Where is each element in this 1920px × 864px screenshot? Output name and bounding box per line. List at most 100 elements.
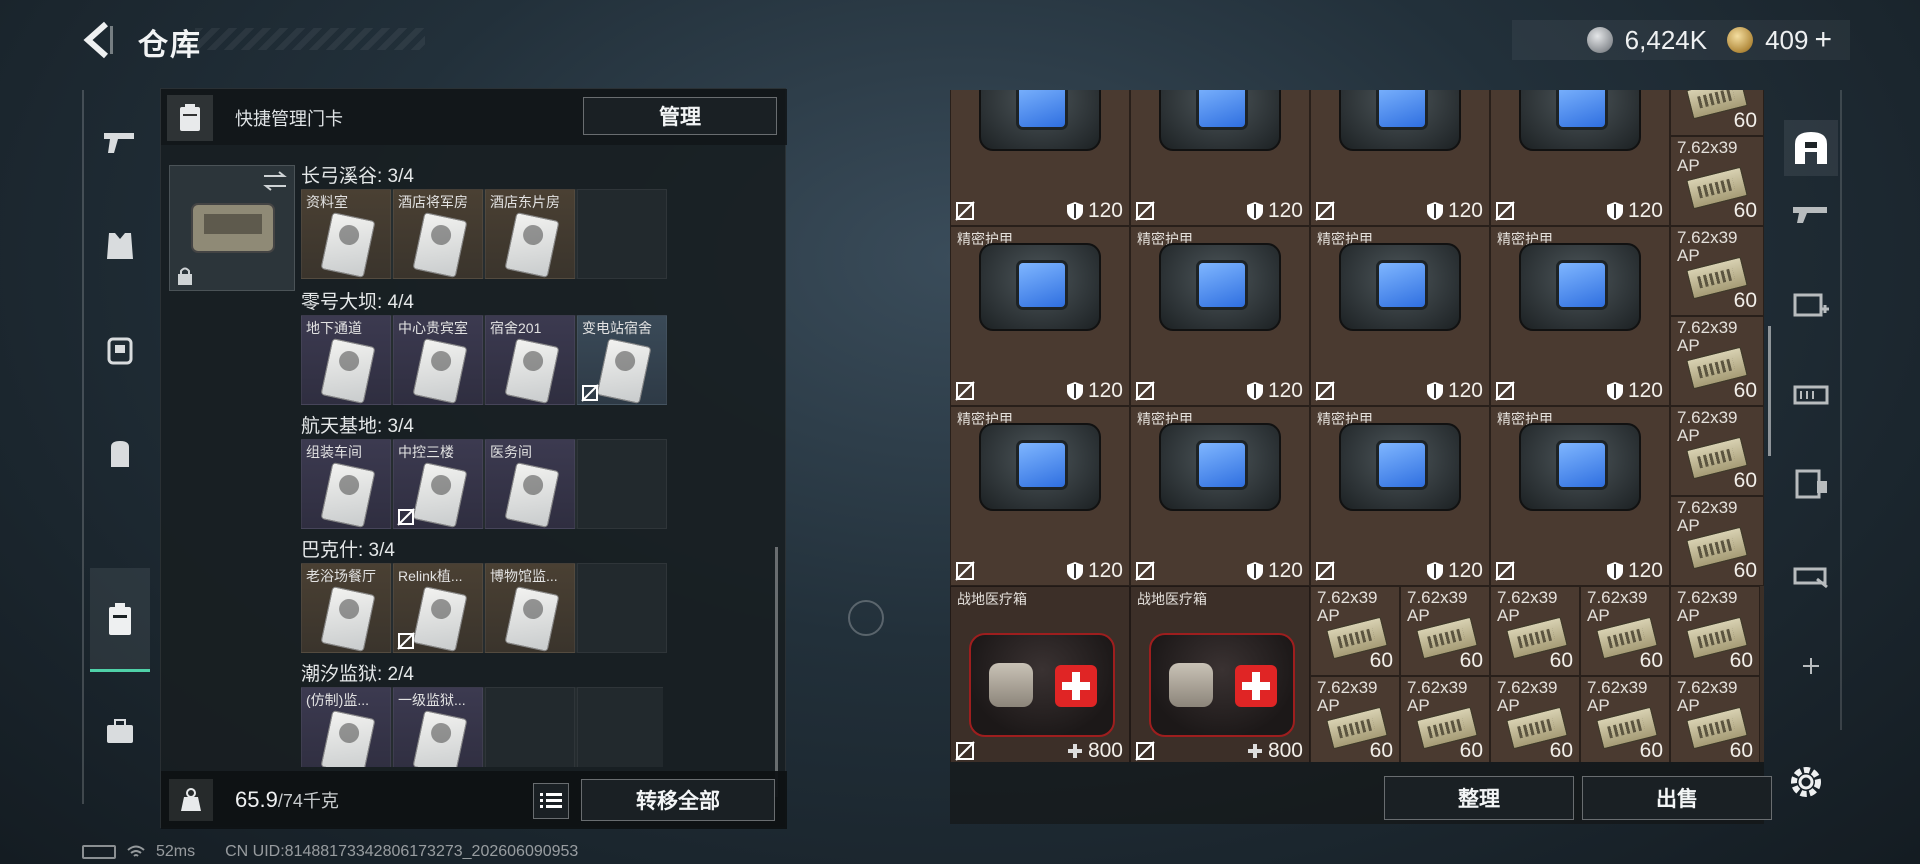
keycard-slot[interactable]: 博物馆监... [485, 563, 575, 653]
no-sell-icon [1315, 201, 1335, 221]
armor-image [1327, 90, 1477, 151]
stash-tab-ammo[interactable] [1784, 366, 1838, 422]
card-label: 老浴场餐厅 [306, 568, 376, 584]
armor-shield-icon [1606, 202, 1623, 220]
panel-header: 快捷管理门卡 管理 [161, 89, 787, 145]
stash-tab-gear[interactable] [1784, 456, 1838, 512]
armor-item[interactable]: 120 [1490, 90, 1670, 226]
ammo-item[interactable]: 7.62x39 AP60 [1310, 676, 1400, 762]
nav-briefcase[interactable] [90, 680, 150, 784]
ammo-item[interactable]: 7.62x39 AP60 [1580, 586, 1670, 676]
keycard-panel: 快捷管理门卡 管理 长弓溪谷: 3/4 资料室 酒店将军房 酒店东片房 零号大坝… [160, 88, 787, 829]
keycard-slot[interactable]: (仿制)监... [301, 687, 391, 767]
keycard-slot[interactable]: 老浴场餐厅 [301, 563, 391, 653]
ammo-item[interactable]: 7.62x39 AP60 [1670, 226, 1764, 316]
add-icon [1803, 658, 1819, 674]
keycard-slot[interactable]: 资料室 [301, 189, 391, 279]
card-panel-scrollbar[interactable] [775, 547, 778, 797]
list-view-button[interactable] [533, 783, 569, 819]
keycard-slot[interactable]: 地下通道 [301, 315, 391, 405]
currency-bar: 6,424K 409 + [1512, 20, 1850, 60]
armor-item[interactable]: 120 [1130, 90, 1310, 226]
ammo-count: 60 [1733, 379, 1757, 402]
manage-button[interactable]: 管理 [583, 97, 777, 135]
armor-item[interactable]: 精密护甲 120 [1130, 406, 1310, 586]
armor-durability: 120 [1066, 559, 1123, 583]
ammo-item[interactable]: 7.62x39 AP60 [1670, 676, 1760, 762]
stash-tab-medical[interactable] [1784, 276, 1838, 332]
keycard-slot[interactable]: Relink植... [393, 563, 483, 653]
ammo-count: 60 [1549, 739, 1573, 762]
armor-item[interactable]: 精密护甲 120 [1490, 406, 1670, 586]
keycard-holder-item[interactable] [169, 165, 295, 291]
empty-card-slot[interactable] [577, 189, 667, 279]
empty-card-slot[interactable] [485, 687, 575, 767]
card-label: 地下通道 [306, 320, 362, 336]
armor-item[interactable]: 精密护甲 120 [950, 226, 1130, 406]
nav-keycards[interactable] [90, 568, 150, 672]
keycard-slot[interactable]: 中心贵宾室 [393, 315, 483, 405]
card-label: 酒店东片房 [490, 194, 560, 210]
keycard-slot[interactable]: 酒店东片房 [485, 189, 575, 279]
stash-panel: 120 120 120 120 精密护甲 120 精密护甲 120 精密护甲 120 精密护甲 120… [950, 90, 1771, 824]
keycard-slot[interactable]: 中控三楼 [393, 439, 483, 529]
back-button[interactable] [78, 18, 122, 62]
armor-durability: 120 [1426, 559, 1483, 583]
stash-tab-misc[interactable] [1784, 546, 1838, 602]
settings-button[interactable] [1784, 760, 1828, 804]
nav-weapons[interactable] [90, 90, 150, 194]
armor-item[interactable]: 精密护甲 120 [1310, 226, 1490, 406]
ammo-item[interactable]: 7.62x39 AP60 [1490, 586, 1580, 676]
armor-durability: 120 [1246, 379, 1303, 403]
armor-item[interactable]: 120 [950, 90, 1130, 226]
ammo-count: 60 [1459, 649, 1483, 672]
armor-item[interactable]: 120 [1310, 90, 1490, 226]
ammo-item[interactable]: 7.62x39 AP60 [1670, 316, 1764, 406]
ammo-item[interactable]: 7.62x39 AP60 [1400, 676, 1490, 762]
empty-card-slot[interactable] [577, 563, 667, 653]
ammo-item[interactable]: 7.62x39 AP60 [1670, 136, 1764, 226]
nav-bag[interactable] [90, 402, 150, 506]
armor-item[interactable]: 精密护甲 120 [1310, 406, 1490, 586]
ammo-item[interactable]: 7.62x39 AP60 [1580, 676, 1670, 762]
armor-item[interactable]: 精密护甲 120 [1130, 226, 1310, 406]
add-stash-tab-button[interactable] [1784, 638, 1838, 694]
ammo-item[interactable]: 7.62x39 AP60 [1670, 90, 1764, 136]
empty-card-slot[interactable] [577, 439, 667, 529]
armor-item[interactable]: 精密护甲 120 [950, 406, 1130, 586]
ammo-item[interactable]: 7.62x39 AP60 [1490, 676, 1580, 762]
keycard-slot[interactable]: 宿舍201 [485, 315, 575, 405]
armor-image [967, 243, 1117, 331]
transfer-all-button[interactable]: 转移全部 [581, 779, 775, 821]
stash-tab-all[interactable] [1784, 120, 1838, 176]
keycard-slot[interactable]: 变电站宿舍 [577, 315, 667, 405]
item-name: 7.62x39 AP [1317, 678, 1378, 715]
medkit-item[interactable]: 战地医疗箱 800 [1130, 586, 1310, 762]
empty-card-slot[interactable] [577, 687, 663, 767]
stash-tab-weapons[interactable] [1784, 186, 1838, 242]
armor-item[interactable]: 精密护甲 120 [1490, 226, 1670, 406]
item-name: 7.62x39 AP [1677, 498, 1738, 535]
keycard-slot[interactable]: 一级监狱... [393, 687, 483, 767]
ammo-item[interactable]: 7.62x39 AP60 [1670, 586, 1760, 676]
armor-image [967, 423, 1117, 511]
ammo-item[interactable]: 7.62x39 AP60 [1670, 496, 1764, 586]
keycard-slot[interactable]: 医务间 [485, 439, 575, 529]
nav-armor[interactable] [90, 194, 150, 298]
keycard-slot[interactable]: 组装车间 [301, 439, 391, 529]
ammo-item[interactable]: 7.62x39 AP60 [1670, 406, 1764, 496]
item-name: 7.62x39 AP [1677, 228, 1738, 265]
ammo-item[interactable]: 7.62x39 AP60 [1400, 586, 1490, 676]
sort-button[interactable]: 整理 [1384, 776, 1574, 820]
keycard-image [320, 212, 376, 278]
keycard-slot[interactable]: 酒店将军房 [393, 189, 483, 279]
add-currency-button[interactable]: + [1814, 23, 1832, 57]
medkit-item[interactable]: 战地医疗箱 800 [950, 586, 1130, 762]
misc-stash-icon [1793, 567, 1828, 589]
ammo-item[interactable]: 7.62x39 AP60 [1310, 586, 1400, 676]
sell-button[interactable]: 出售 [1582, 776, 1772, 820]
no-sell-icon [1135, 381, 1155, 401]
nav-backpack[interactable] [90, 298, 150, 402]
stash-scrollbar[interactable] [1768, 326, 1771, 456]
item-name: 7.62x39 AP [1407, 678, 1468, 715]
